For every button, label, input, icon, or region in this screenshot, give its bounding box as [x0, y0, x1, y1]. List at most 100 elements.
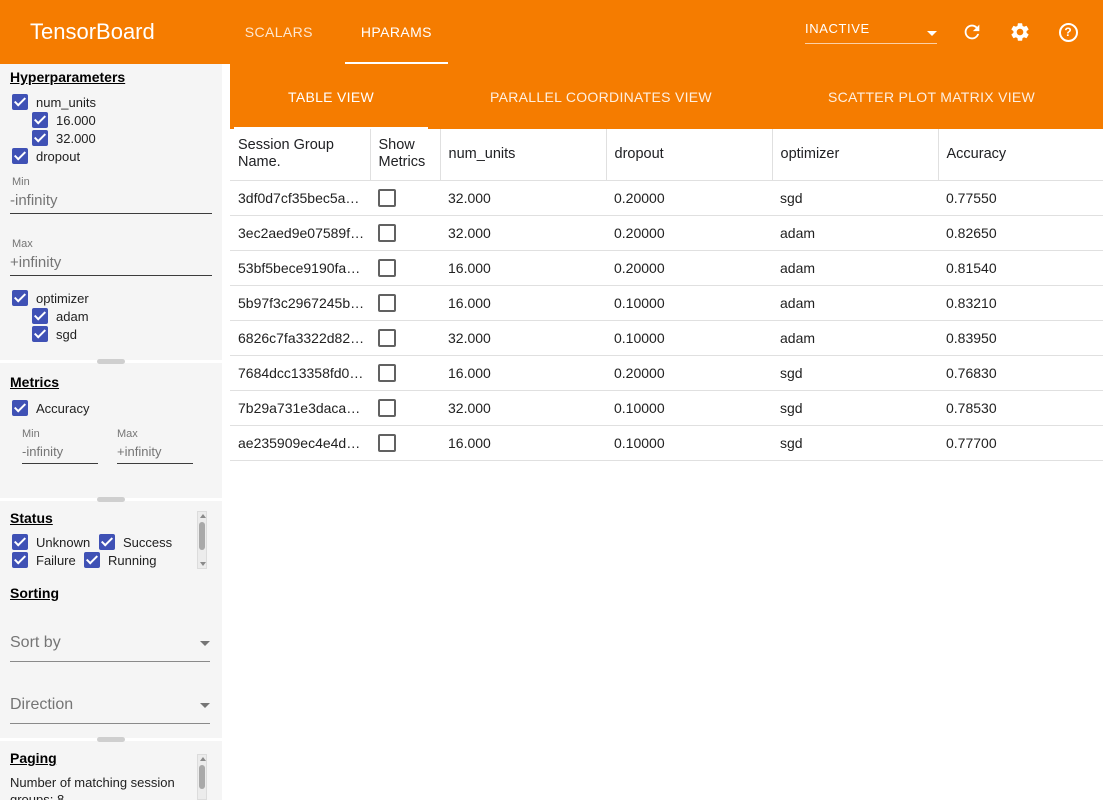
dropout-min-label: Min [12, 176, 30, 188]
tab-hparams[interactable]: HPARAMS [337, 0, 456, 64]
checkbox-icon [32, 130, 48, 146]
session-group-name: 3df0d7cf35bec5a… [230, 180, 370, 215]
dropout-min-input[interactable] [10, 190, 212, 214]
accuracy-value: 0.77550 [938, 180, 1103, 215]
col-num-units: num_units [440, 129, 606, 180]
table-row: 3df0d7cf35bec5a…32.0000.20000sgd0.77550 [230, 180, 1103, 215]
accuracy-value: 0.82650 [938, 215, 1103, 250]
show-metrics-checkbox[interactable] [378, 399, 396, 417]
show-metrics-checkbox[interactable] [378, 224, 396, 242]
show-metrics-checkbox[interactable] [378, 364, 396, 382]
pane-resize-handle[interactable] [97, 497, 125, 502]
optimizer-value: sgd [772, 180, 938, 215]
show-metrics-checkbox[interactable] [378, 259, 396, 277]
checkbox-icon [32, 308, 48, 324]
optimizer-option-adam-checkbox[interactable]: adam [32, 308, 89, 324]
checkbox-label: Failure [36, 553, 76, 568]
table-row: 3ec2aed9e07589f…32.0000.20000adam0.82650 [230, 215, 1103, 250]
show-metrics-checkbox[interactable] [378, 434, 396, 452]
col-accuracy: Accuracy [938, 129, 1103, 180]
settings-button[interactable] [1007, 19, 1033, 45]
accuracy-value: 0.76830 [938, 355, 1103, 390]
session-group-name: 3ec2aed9e07589f… [230, 215, 370, 250]
scrollbar-thumb[interactable] [199, 765, 205, 789]
dropout-value: 0.10000 [606, 390, 772, 425]
table-row: 7b29a731e3daca…32.0000.10000sgd0.78530 [230, 390, 1103, 425]
checkbox-icon [12, 94, 28, 110]
checkbox-label: Running [108, 553, 156, 568]
col-optimizer: optimizer [772, 129, 938, 180]
num-units-option-32-checkbox[interactable]: 32.000 [32, 130, 96, 146]
show-metrics-cell [370, 425, 440, 460]
metric-max-label: Max [117, 428, 138, 440]
show-metrics-cell [370, 320, 440, 355]
status-scrollbar[interactable] [197, 511, 207, 569]
refresh-icon [961, 21, 983, 43]
checkbox-icon [12, 552, 28, 568]
hparam-dropout-checkbox[interactable]: dropout [12, 148, 80, 164]
show-metrics-checkbox[interactable] [378, 294, 396, 312]
top-toolbar: TensorBoard SCALARS HPARAMS INACTIVE ? [0, 0, 1103, 64]
num-units-value: 32.000 [440, 215, 606, 250]
tab-scalars[interactable]: SCALARS [221, 0, 337, 64]
col-show-metrics: Show Metrics [370, 129, 440, 180]
reload-status-dropdown[interactable]: INACTIVE [805, 21, 937, 44]
session-group-name: 7684dcc13358fd0… [230, 355, 370, 390]
dropout-value: 0.20000 [606, 180, 772, 215]
sort-by-select[interactable]: Sort by [10, 634, 210, 662]
table-body: 3df0d7cf35bec5a…32.0000.20000sgd0.775503… [230, 180, 1103, 460]
dropout-max-input[interactable] [10, 252, 212, 276]
paging-scrollbar[interactable] [197, 754, 207, 800]
status-unknown-checkbox[interactable]: Unknown [12, 534, 90, 550]
num-units-value: 32.000 [440, 320, 606, 355]
optimizer-value: sgd [772, 355, 938, 390]
status-success-checkbox[interactable]: Success [99, 534, 172, 550]
direction-select[interactable]: Direction [10, 696, 210, 724]
metric-accuracy-checkbox[interactable]: Accuracy [12, 400, 89, 416]
hparam-optimizer-checkbox[interactable]: optimizer [12, 290, 89, 306]
metric-max-input[interactable] [117, 442, 193, 464]
optimizer-value: adam [772, 250, 938, 285]
metrics-heading: Metrics [10, 374, 59, 390]
accuracy-value: 0.77700 [938, 425, 1103, 460]
dropout-max-label: Max [12, 238, 33, 250]
checkbox-label: dropout [36, 149, 80, 164]
checkbox-icon [32, 326, 48, 342]
hparam-num-units-checkbox[interactable]: num_units [12, 94, 96, 110]
paging-heading: Paging [10, 750, 57, 766]
app-title: TensorBoard [30, 19, 155, 45]
pane-resize-handle[interactable] [97, 737, 125, 742]
view-tab-bar: TABLE VIEW PARALLEL COORDINATES VIEW SCA… [230, 64, 1103, 129]
accuracy-value: 0.83950 [938, 320, 1103, 355]
tab-parallel-coordinates-view[interactable]: PARALLEL COORDINATES VIEW [432, 64, 770, 129]
optimizer-value: adam [772, 215, 938, 250]
table-header-row: Session Group Name. Show Metrics num_uni… [230, 129, 1103, 180]
accuracy-value: 0.81540 [938, 250, 1103, 285]
scroll-down-icon[interactable] [200, 562, 206, 566]
checkbox-label: sgd [56, 327, 77, 342]
optimizer-option-sgd-checkbox[interactable]: sgd [32, 326, 77, 342]
pane-resize-handle[interactable] [97, 359, 125, 364]
scroll-up-icon[interactable] [200, 514, 206, 518]
checkbox-label: num_units [36, 95, 96, 110]
scroll-up-icon[interactable] [200, 757, 206, 761]
scrollbar-thumb[interactable] [199, 522, 205, 550]
tab-scatter-plot-matrix-view[interactable]: SCATTER PLOT MATRIX VIEW [770, 64, 1093, 129]
checkbox-label: Accuracy [36, 401, 89, 416]
num-units-value: 32.000 [440, 390, 606, 425]
checkbox-label: 32.000 [56, 131, 96, 146]
show-metrics-checkbox[interactable] [378, 329, 396, 347]
status-running-checkbox[interactable]: Running [84, 552, 156, 568]
optimizer-value: adam [772, 285, 938, 320]
refresh-button[interactable] [959, 19, 985, 45]
optimizer-value: adam [772, 320, 938, 355]
show-metrics-checkbox[interactable] [378, 189, 396, 207]
tab-table-view[interactable]: TABLE VIEW [230, 64, 432, 129]
table-row: 53bf5bece9190fa…16.0000.20000adam0.81540 [230, 250, 1103, 285]
metric-min-input[interactable] [22, 442, 98, 464]
table-row: 6826c7fa3322d82…32.0000.10000adam0.83950 [230, 320, 1103, 355]
direction-value: Direction [10, 696, 73, 714]
help-button[interactable]: ? [1055, 19, 1081, 45]
status-failure-checkbox[interactable]: Failure [12, 552, 76, 568]
num-units-option-16-checkbox[interactable]: 16.000 [32, 112, 96, 128]
